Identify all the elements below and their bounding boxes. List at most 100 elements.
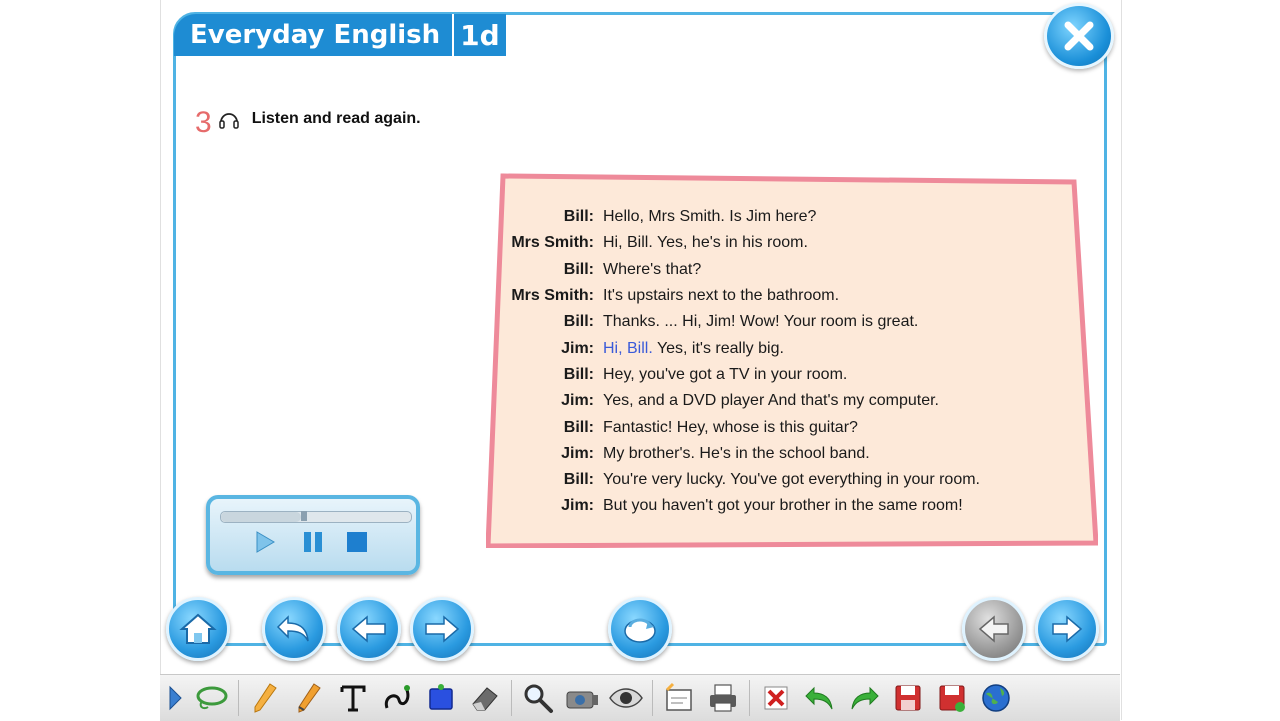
undo-tool[interactable] [798, 676, 842, 720]
dialogue-line: Mrs Smith: Hi, Bill. Yes, he's in his roo… [486, 230, 1098, 256]
dialogue-box: Bill: Hello, Mrs Smith. Is Jim here? Mrs S… [486, 173, 1098, 548]
curve-tool[interactable] [375, 676, 419, 720]
camera-tool[interactable] [560, 676, 604, 720]
toolbar-separator [652, 680, 653, 716]
highlighter-icon [254, 683, 277, 713]
delete-tool[interactable] [754, 676, 798, 720]
speaker-name: Mrs Smith: [511, 234, 594, 252]
speaker-name: Bill: [563, 208, 594, 226]
eraser-tool[interactable] [463, 676, 507, 720]
speech-text: It's upstairs next to the bathroom. [603, 287, 840, 305]
speaker-name: Bill: [563, 365, 594, 383]
save-tool[interactable] [886, 676, 930, 720]
next-icon [425, 615, 460, 643]
speech-text: Yes, and a DVD player And that's my comp… [603, 392, 939, 410]
page-title: Everyday English [174, 14, 453, 56]
dialogue-line: Jim: My brother's. He's in the school ban… [486, 441, 1098, 467]
dialogue-line: Bill: Thanks. ... Hi, Jim! Wow! Your room… [486, 309, 1098, 335]
dialogue-line: Jim: Hi, Bill. Yes, it's really big. [486, 335, 1098, 361]
eye-icon [609, 688, 643, 708]
dialogue-line: Bill: Fantastic! Hey, whose is this guita… [486, 414, 1098, 440]
speaker-name: Jim: [561, 497, 594, 515]
speech-text: Thanks. ... Hi, Jim! Wow! Your room is g… [603, 313, 919, 331]
page-back-icon [978, 615, 1009, 643]
speaker-name: Bill: [563, 471, 594, 489]
undo-icon [276, 615, 309, 642]
print-tool[interactable] [701, 676, 745, 720]
redo-tool[interactable] [842, 676, 886, 720]
exercise-number: 3 [195, 106, 212, 139]
shape-tool[interactable] [419, 676, 463, 720]
pen-icon [298, 683, 321, 713]
play-button[interactable] [252, 529, 278, 555]
unit-code: 1d [452, 14, 506, 56]
speech-text: Hey, you've got a TV in your room. [603, 365, 848, 383]
refresh-icon [624, 618, 656, 643]
refresh-button[interactable] [608, 597, 672, 661]
web-tool[interactable] [974, 676, 1018, 720]
lasso-icon [196, 686, 228, 710]
shape-icon [429, 684, 453, 710]
speaker-name: Jim: [561, 392, 594, 410]
dialogue-line: Bill: Hey, you've got a TV in your room. [486, 362, 1098, 388]
speech-text: You're very lucky. You've got everything… [603, 471, 980, 489]
previous-icon [351, 615, 386, 643]
camera-icon [566, 691, 598, 709]
text-tool[interactable] [331, 676, 375, 720]
pause-button[interactable] [300, 529, 326, 555]
speaker-name: Bill: [563, 313, 594, 331]
view-tool[interactable] [604, 676, 648, 720]
note-tool[interactable] [657, 676, 701, 720]
dialogue-line: Mrs Smith: It's upstairs next to the bath… [486, 283, 1098, 309]
close-button[interactable] [1044, 3, 1114, 69]
expand-arrow-icon [169, 685, 182, 711]
page-forward-button[interactable] [1035, 597, 1099, 661]
title-tab: Everyday English 1d [174, 14, 506, 56]
tools-toolbar [160, 674, 1120, 721]
speaker-name: Jim: [561, 339, 594, 357]
toolbar-expand-button[interactable] [160, 676, 190, 720]
exercise-instruction: Listen and read again. [251, 110, 421, 127]
stop-icon [347, 532, 367, 552]
dialogue-line: Bill: You're very lucky. You've got every… [486, 467, 1098, 493]
zoom-icon [524, 684, 553, 713]
highlighted-phrase: Hi, Bill. [603, 339, 653, 357]
next-button[interactable] [410, 597, 474, 661]
audio-progress-knob[interactable] [300, 511, 307, 521]
print-icon [710, 684, 736, 712]
save-icon [895, 685, 921, 711]
dialogue-line: Jim: Yes, and a DVD player And that's my … [486, 388, 1098, 414]
curve-icon [384, 685, 410, 709]
speech-text: Hi, Bill. Yes, he's in his room. [603, 234, 808, 252]
dialogue-line: Bill: Hello, Mrs Smith. Is Jim here? [486, 204, 1098, 230]
undo-icon [805, 686, 833, 710]
toolbar-separator [511, 680, 512, 716]
previous-button[interactable] [337, 597, 401, 661]
zoom-tool[interactable] [516, 676, 560, 720]
pen-tool[interactable] [287, 676, 331, 720]
speech-text: Hi, Bill. Yes, it's really big. [603, 340, 1098, 358]
audio-progress-fill [221, 512, 301, 522]
highlighter-tool[interactable] [243, 676, 287, 720]
home-icon [179, 613, 217, 644]
speech-text: Fantastic! Hey, whose is this guitar? [603, 418, 858, 436]
home-button[interactable] [166, 597, 230, 661]
globe-icon [982, 684, 1010, 712]
eraser-icon [472, 687, 498, 711]
page-back-button[interactable] [962, 597, 1026, 661]
speaker-name: Bill: [563, 260, 594, 278]
speech-text: My brother's. He's in the school band. [603, 444, 870, 462]
speech-text: Hello, Mrs Smith. Is Jim here? [603, 208, 817, 226]
speech-text-rest: Yes, it's really big. [652, 339, 784, 357]
page-forward-icon [1052, 615, 1083, 643]
play-icon [256, 531, 275, 553]
save-as-tool[interactable] [930, 676, 974, 720]
stop-button[interactable] [344, 529, 370, 555]
save-as-icon [939, 685, 965, 712]
audio-progress-bar[interactable] [220, 511, 412, 523]
undo-nav-button[interactable] [262, 597, 326, 661]
headphones-icon[interactable] [218, 108, 240, 130]
close-icon [1064, 21, 1094, 51]
lasso-tool[interactable] [190, 676, 234, 720]
exercise-header: 3 Listen and read again. [195, 98, 421, 140]
